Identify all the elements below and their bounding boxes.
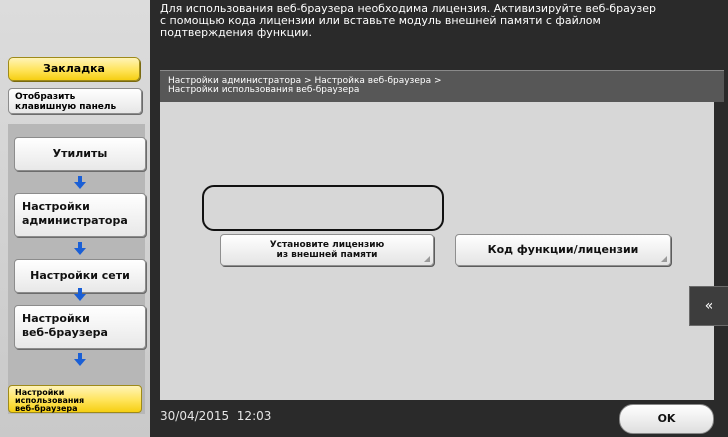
down-arrow-icon [74,353,86,366]
bottom-bar: 30/04/2015 12:03 OK [150,402,728,437]
selection-highlight [202,185,444,231]
nav-browser-label-1: Настройки [22,312,90,325]
function-code-label: Код функции/лицензии [487,243,639,256]
show-keypad-button[interactable]: Отобразить клавишную панель [8,88,142,114]
show-keypad-label-1: Отобразить [15,92,76,102]
nav-current-page-button[interactable]: Настройки использования веб-браузера [8,385,142,413]
datetime-display: 30/04/2015 12:03 [160,409,272,423]
ok-button[interactable]: OK [619,404,714,434]
breadcrumb-line-2: Настройки использования веб-браузера [168,85,360,95]
nav-browser-settings-button[interactable]: Настройки веб-браузера [14,305,146,349]
install-license-from-external-memory-button[interactable]: Установите лицензию из внешней памяти [220,234,434,266]
down-arrow-icon [74,288,86,301]
corner-indicator-icon [661,256,667,262]
install-license-label-2: из внешней памяти [276,250,378,260]
message-area: Для использования веб-браузера необходим… [150,0,728,64]
function-license-code-button[interactable]: Код функции/лицензии [455,234,671,266]
nav-admin-label-2: администратора [22,214,128,227]
nav-current-label-3: веб-браузера [15,404,78,413]
down-arrow-icon [74,176,86,189]
corner-indicator-icon [424,256,430,262]
nav-browser-label-2: веб-браузера [22,326,108,339]
message-line-3: подтверждения функции. [160,26,312,39]
down-arrow-icon [74,242,86,255]
nav-admin-label-1: Настройки [22,200,90,213]
nav-breadcrumb-column: Утилиты Настройки администратора Настрой… [8,124,146,414]
nav-admin-settings-button[interactable]: Настройки администратора [14,193,146,237]
nav-utilities-button[interactable]: Утилиты [14,137,146,171]
breadcrumb: Настройки администратора > Настройка веб… [160,70,724,102]
install-license-label-1: Установите лицензию [269,240,385,250]
content-frame: Настройки администратора > Настройка веб… [150,64,728,402]
show-keypad-label-2: клавишную панель [15,102,117,112]
bookmark-button[interactable]: Закладка [8,57,140,81]
collapse-panel-icon[interactable]: « [689,286,728,326]
left-panel: Закладка Отобразить клавишную панель Ути… [0,0,150,437]
